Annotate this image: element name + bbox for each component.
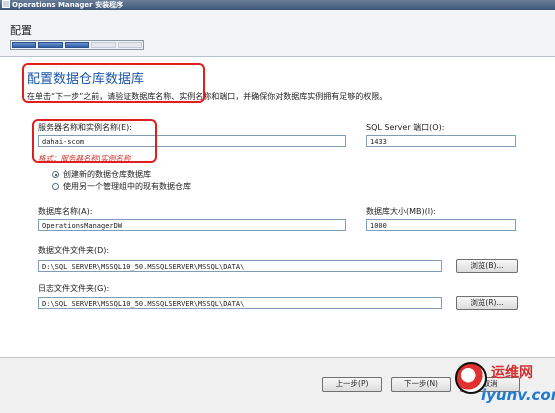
progress-segment [64,42,90,48]
app-icon [2,0,10,8]
annotation-box-server [32,119,157,163]
window-titlebar: Operations Manager 安装程序 [0,0,555,10]
log-folder-label: 日志文件文件夹(G): [38,284,110,293]
database-size-label: 数据库大小(MB)(I): [366,207,436,216]
option-use-existing-label: 使用另一个管理组中的现有数据仓库 [63,182,191,191]
data-folder-input[interactable]: D:\SQL SERVER\MSSQL10_50.MSSQLSERVER\MSS… [38,260,442,272]
watermark-text: 运维网 [491,365,533,381]
database-name-input[interactable]: OperationsManagerDW [38,219,346,231]
port-label: SQL Server 端口(O): [366,123,445,132]
header-title: 配置 [10,24,32,37]
progress-segment [38,42,63,48]
option-create-new-radio[interactable] [52,171,59,178]
data-folder-label: 数据文件文件夹(D): [38,246,110,255]
wizard-header: 配置 [0,10,555,57]
log-folder-input[interactable]: D:\SQL SERVER\MSSQL10_50.MSSQLSERVER\MSS… [38,297,442,309]
database-name-label: 数据库名称(A): [38,207,93,216]
annotation-box-title [22,63,205,103]
progress-segment [12,42,37,48]
progress-bar [10,40,144,50]
option-use-existing[interactable]: 使用另一个管理组中的现有数据仓库 [52,181,191,192]
option-use-existing-radio[interactable] [52,183,59,190]
browse-log-folder-button[interactable]: 浏览(R)... [456,296,518,310]
site-watermark: 运维网 iyunv.com [455,358,555,412]
progress-segment [117,42,143,48]
option-create-new-label: 创建新的数据仓库数据库 [63,170,151,179]
wizard-content: 配置数据仓库数据库 在单击“下一步”之前，请验证数据库名称、实例名称和端口，并确… [0,57,555,357]
next-button[interactable]: 下一步(N) [391,377,451,392]
option-create-new[interactable]: 创建新的数据仓库数据库 [52,169,151,180]
browse-data-folder-button[interactable]: 浏览(B)... [456,259,518,273]
progress-segment [91,42,116,48]
port-input[interactable]: 1433 [366,135,516,147]
window-title: Operations Manager 安装程序 [12,1,124,9]
previous-button[interactable]: 上一步(P) [322,377,382,392]
database-size-input[interactable]: 1000 [366,219,516,231]
watermark-url: iyunv.com [481,386,555,404]
